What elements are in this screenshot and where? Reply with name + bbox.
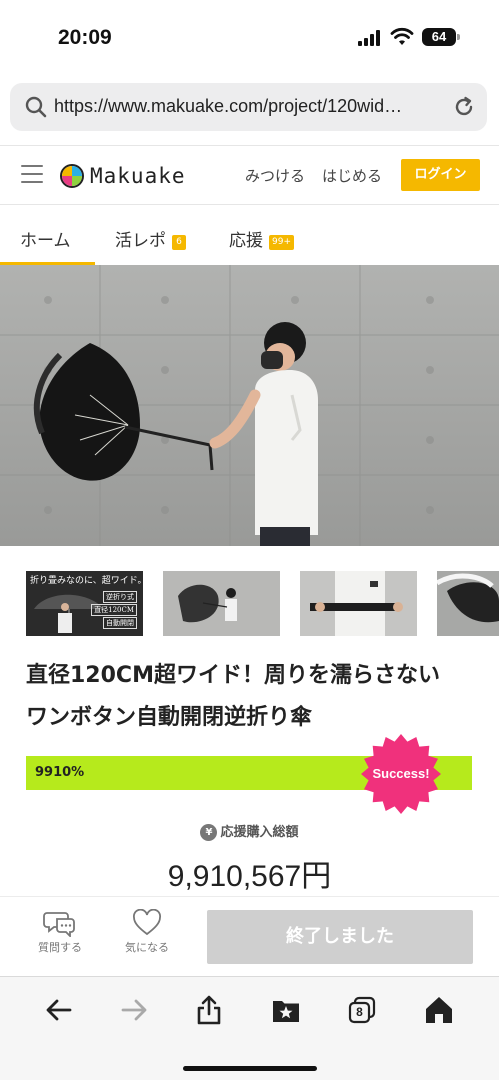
thumbnail-tag: 自動開閉 [103,617,137,629]
wifi-icon [390,27,414,45]
progress-percent: 9910% [35,765,85,780]
yen-icon: ¥ [200,824,218,841]
project-action-bar: 質問する 気になる 終了しました [0,896,499,976]
share-icon[interactable] [194,995,224,1025]
project-title-line: 直径120CM超ワイド！周りを濡らさない [26,663,440,688]
tab-badge: 6 [172,235,186,250]
thumbnail-tag: 逆折り式 [103,591,137,603]
thumbnail-2[interactable] [163,571,280,636]
reload-icon[interactable] [452,95,476,119]
site-header: Makuake みつける はじめる ログイン [0,145,499,205]
thumbnail-3[interactable] [300,571,417,636]
project-title: 直径120CM超ワイド！周りを濡らさない ワンボタン自動開閉逆折り傘 [26,655,481,739]
url-text[interactable]: https://www.makuake.com/project/120wid… [54,96,450,117]
nav-discover-link[interactable]: みつける [245,165,305,186]
project-ended-button[interactable]: 終了しました [207,910,473,964]
login-button[interactable]: ログイン [401,159,480,191]
tab-home-label: ホーム [20,231,71,251]
browser-toolbar: 8 [0,976,499,1080]
chat-bubble-icon [43,912,75,937]
thumbnail-4[interactable] [437,571,499,636]
funding-label-text: 応援購入総額 [220,825,299,840]
tab-support[interactable]: 応援 99+ [229,226,294,251]
forward-arrow-icon[interactable] [119,995,149,1025]
home-icon[interactable] [424,995,454,1025]
tab-home[interactable]: ホーム [20,226,71,251]
battery-icon: 64 [422,28,460,46]
cellular-signal-icon [358,30,380,46]
home-indicator [183,1066,317,1071]
favorite-button-label: 気になる [125,941,169,954]
hero-image[interactable] [0,265,499,546]
address-bar[interactable]: https://www.makuake.com/project/120wid… [10,83,487,131]
success-badge-label: Success! [372,766,430,781]
favorite-button[interactable]: 気になる [117,909,177,955]
logo-mark-icon [60,164,84,188]
tab-badge: 99+ [269,235,294,250]
status-bar: 20:09 64 [0,0,499,70]
thumbnail-tag: 直径120CM [91,604,137,616]
back-arrow-icon[interactable] [44,995,74,1025]
tab-support-label: 応援 [229,231,263,251]
heart-icon [133,909,161,936]
tab-count: 8 [356,1005,363,1019]
makuake-logo[interactable]: Makuake [60,162,186,190]
question-button[interactable]: 質問する [30,909,90,955]
search-icon [25,96,47,118]
tab-activity-report[interactable]: 活レポ 6 [115,226,186,251]
funding-label: ¥ 応援購入総額 [0,821,499,841]
nav-start-link[interactable]: はじめる [322,165,382,186]
thumbnail-1[interactable]: 折り畳みなのに、超ワイド。 逆折り式 直径120CM 自動開閉 [26,571,143,636]
funding-amount: 9,910,567円 [167,860,332,893]
status-time: 20:09 [58,26,112,49]
logo-text: Makuake [90,164,186,188]
bookmarks-icon[interactable] [271,995,301,1025]
tabs-button[interactable]: 8 [347,995,377,1025]
question-button-label: 質問する [38,941,82,954]
project-tabs: ホーム 活レポ 6 応援 99+ [0,206,499,266]
tab-activity-report-label: 活レポ [115,231,166,251]
thumbnail-strip: 折り畳みなのに、超ワイド。 逆折り式 直径120CM 自動開閉 [26,571,499,636]
hamburger-menu-icon[interactable] [21,165,43,185]
